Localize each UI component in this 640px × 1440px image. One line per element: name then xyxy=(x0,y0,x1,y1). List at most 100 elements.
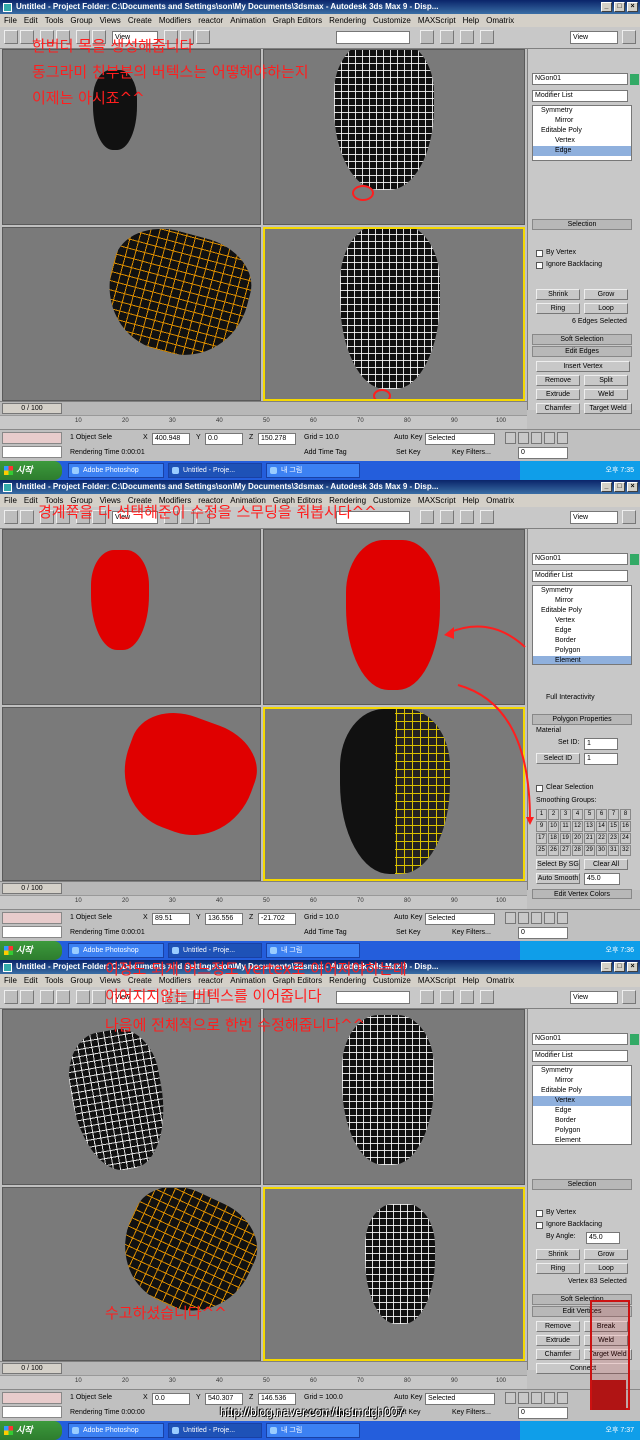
stack-item-mirror[interactable]: Mirror xyxy=(533,1076,631,1086)
edit-vertex-colors-rollout[interactable]: Edit Vertex Colors xyxy=(532,889,632,899)
scale-icon[interactable] xyxy=(196,30,210,44)
extrude-button[interactable]: Extrude xyxy=(536,389,580,400)
stack-item-border[interactable]: Border xyxy=(533,636,631,646)
menu-edit[interactable]: Edit xyxy=(24,974,38,987)
viewport-left[interactable] xyxy=(2,707,261,881)
smoothing-group-button[interactable]: 11 xyxy=(560,821,571,832)
smoothing-group-button[interactable]: 31 xyxy=(608,845,619,856)
select-by-sg-button[interactable]: Select By SG xyxy=(536,859,580,870)
stack-item-symmetry[interactable]: Symmetry xyxy=(533,1066,631,1076)
named-selection-dropdown[interactable] xyxy=(336,991,410,1004)
x-coordinate-field[interactable]: 89.51 xyxy=(152,913,190,925)
auto-smooth-threshold-field[interactable]: 45.0 xyxy=(584,873,620,885)
remove-button[interactable]: Remove xyxy=(536,375,580,386)
time-slider[interactable]: 0 / 100 xyxy=(0,881,527,895)
menu-customize[interactable]: Customize xyxy=(373,14,411,27)
viewport-perspective[interactable] xyxy=(263,1187,525,1361)
y-coordinate-field[interactable]: 0.0 xyxy=(205,433,243,445)
maxscript-listener-mini[interactable] xyxy=(2,432,62,444)
menu-omatrix[interactable]: Omatrix xyxy=(486,14,514,27)
y-coordinate-field[interactable]: 540.307 xyxy=(205,1393,243,1405)
object-name-field[interactable]: NGon01 xyxy=(532,553,628,565)
maximize-button[interactable]: □ xyxy=(614,482,625,492)
undo-icon[interactable] xyxy=(4,30,18,44)
key-filters-button[interactable]: Key Filters... xyxy=(452,1409,491,1416)
auto-key-button[interactable]: Auto Key xyxy=(394,434,422,441)
smoothing-group-button[interactable]: 26 xyxy=(548,845,559,856)
object-color-swatch[interactable] xyxy=(630,554,639,565)
x-coordinate-field[interactable]: 0.0 xyxy=(152,1393,190,1405)
go-to-end-icon[interactable] xyxy=(557,432,568,444)
material-editor-icon[interactable] xyxy=(480,510,494,524)
add-time-tag[interactable]: Add Time Tag xyxy=(304,929,347,936)
smoothing-group-button[interactable]: 24 xyxy=(620,833,631,844)
stack-item-border[interactable]: Border xyxy=(533,1116,631,1126)
menu-omatrix[interactable]: Omatrix xyxy=(486,974,514,987)
go-to-start-icon[interactable] xyxy=(505,432,516,444)
modifier-stack[interactable]: Symmetry Mirror Editable Poly Vertex Edg… xyxy=(532,1065,632,1145)
taskbar-item-my-pictures[interactable]: 내 그림 xyxy=(266,1423,360,1438)
key-filters-button[interactable]: Key Filters... xyxy=(452,449,491,456)
z-coordinate-field[interactable]: -21.702 xyxy=(258,913,296,925)
menu-create[interactable]: Create xyxy=(128,14,152,27)
key-mode-dropdown[interactable]: Selected xyxy=(425,1393,495,1405)
stack-item-element[interactable]: Element xyxy=(533,656,631,664)
set-key-button[interactable]: Set Key xyxy=(396,929,421,936)
object-color-swatch[interactable] xyxy=(630,74,639,85)
key-mode-dropdown[interactable]: Selected xyxy=(425,433,495,445)
menu-customize[interactable]: Customize xyxy=(373,494,411,507)
set-id-field[interactable]: 1 xyxy=(584,738,618,750)
minimize-button[interactable]: _ xyxy=(601,962,612,972)
menu-animation[interactable]: Animation xyxy=(230,14,266,27)
smoothing-group-button[interactable]: 15 xyxy=(608,821,619,832)
smoothing-group-button[interactable]: 12 xyxy=(572,821,583,832)
play-icon[interactable] xyxy=(531,912,542,924)
time-slider-thumb[interactable]: 0 / 100 xyxy=(2,883,62,894)
split-button[interactable]: Split xyxy=(584,375,628,386)
shrink-button[interactable]: Shrink xyxy=(536,1249,580,1260)
track-bar[interactable]: 10 20 30 40 50 60 70 80 90 100 xyxy=(0,415,527,429)
smoothing-group-button[interactable]: 3 xyxy=(560,809,571,820)
previous-frame-icon[interactable] xyxy=(518,432,529,444)
chamfer-button[interactable]: Chamfer xyxy=(536,1349,580,1360)
object-name-field[interactable]: NGon01 xyxy=(532,1033,628,1045)
viewport-left[interactable] xyxy=(2,1187,261,1361)
smoothing-group-button[interactable]: 25 xyxy=(536,845,547,856)
start-button[interactable]: 시작 xyxy=(0,461,62,480)
current-frame-field[interactable]: 0 xyxy=(518,927,568,939)
clear-all-button[interactable]: Clear All xyxy=(584,859,628,870)
select-by-name-icon[interactable] xyxy=(92,990,106,1004)
by-vertex-checkbox[interactable] xyxy=(536,1210,543,1217)
play-icon[interactable] xyxy=(531,1392,542,1404)
ring-button[interactable]: Ring xyxy=(536,1263,580,1274)
smoothing-group-button[interactable]: 17 xyxy=(536,833,547,844)
align-icon[interactable] xyxy=(440,510,454,524)
select-id-field[interactable]: 1 xyxy=(584,753,618,765)
auto-key-button[interactable]: Auto Key xyxy=(394,914,422,921)
mirror-icon[interactable] xyxy=(420,510,434,524)
z-coordinate-field[interactable]: 146.536 xyxy=(258,1393,296,1405)
set-key-button[interactable]: Set Key xyxy=(396,449,421,456)
stack-item-editable-poly[interactable]: Editable Poly xyxy=(533,126,631,136)
insert-vertex-button[interactable]: Insert Vertex xyxy=(536,361,630,372)
add-time-tag[interactable]: Add Time Tag xyxy=(304,449,347,456)
menu-help[interactable]: Help xyxy=(463,494,479,507)
auto-key-button[interactable]: Auto Key xyxy=(394,1394,422,1401)
stack-item-editable-poly[interactable]: Editable Poly xyxy=(533,1086,631,1096)
modifier-stack[interactable]: Symmetry Mirror Editable Poly Vertex Edg… xyxy=(532,585,632,665)
go-to-end-icon[interactable] xyxy=(557,1392,568,1404)
menu-graph-editors[interactable]: Graph Editors xyxy=(273,14,322,27)
maximize-button[interactable]: □ xyxy=(614,2,625,12)
taskbar-item-3dsmax[interactable]: Untitled - Proje... xyxy=(168,1423,262,1438)
selection-rollout[interactable]: Selection xyxy=(532,219,632,230)
menu-group[interactable]: Group xyxy=(70,14,92,27)
smoothing-group-button[interactable]: 21 xyxy=(584,833,595,844)
viewport-perspective[interactable] xyxy=(263,227,525,401)
go-to-start-icon[interactable] xyxy=(505,1392,516,1404)
viewport-left[interactable] xyxy=(2,227,261,401)
maxscript-listener-mini[interactable] xyxy=(2,912,62,924)
by-vertex-checkbox[interactable] xyxy=(536,250,543,257)
stack-item-mirror[interactable]: Mirror xyxy=(533,596,631,606)
key-filters-button[interactable]: Key Filters... xyxy=(452,929,491,936)
object-color-swatch[interactable] xyxy=(630,1034,639,1045)
